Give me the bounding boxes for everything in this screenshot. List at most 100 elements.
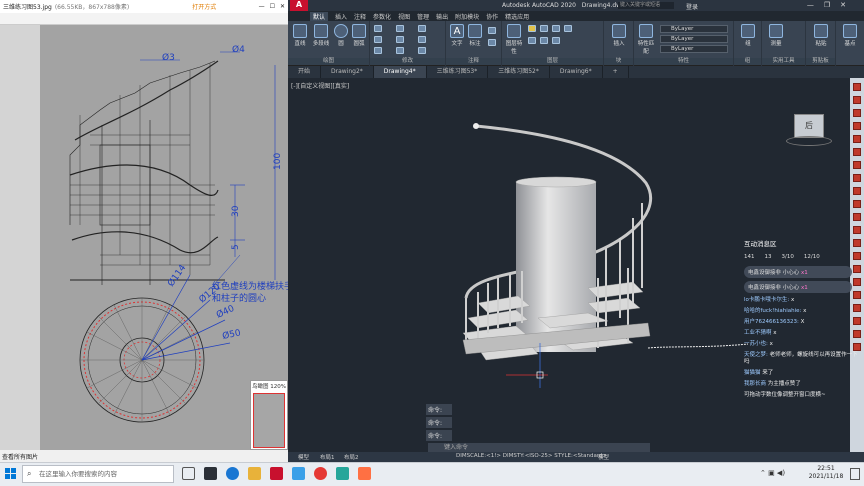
rotate-icon[interactable] — [396, 25, 404, 32]
layout-tab-model[interactable]: 模型 — [298, 453, 309, 461]
open-with-button[interactable]: 打开方式 — [192, 2, 216, 11]
circle-button[interactable]: 圆 — [332, 24, 350, 47]
layer-color-icon[interactable] — [564, 25, 572, 32]
layer-bulb-icon[interactable] — [528, 25, 536, 32]
insert-button[interactable]: 插入 — [608, 24, 630, 47]
like-count: 13 — [764, 254, 772, 260]
doc-tab-drawing2[interactable]: Drawing2* — [321, 66, 374, 78]
acad-minimize-icon[interactable]: — — [807, 1, 814, 9]
leader-icon[interactable] — [488, 27, 496, 34]
command-input[interactable]: 键入命令 — [428, 443, 650, 452]
live-chat-overlay: 互动消息区 141 13 3/10 12/10 电鑫设御接非 小心心 x1 电鑫… — [744, 238, 862, 398]
search-box[interactable]: 键入关键字或短语 — [618, 2, 674, 9]
tool-icon[interactable] — [853, 161, 861, 169]
doc-tab-drawing6[interactable]: Drawing6* — [550, 66, 603, 78]
tool-icon[interactable] — [853, 109, 861, 117]
view-all-images-button[interactable]: 查看所有图片 — [2, 452, 38, 461]
layer-properties-button[interactable]: 图层特性 — [504, 24, 524, 55]
tab-addins[interactable]: 附加模块 — [455, 12, 479, 21]
scale-icon[interactable] — [396, 47, 404, 54]
acad-restore-icon[interactable]: ❐ — [824, 1, 830, 9]
start-icon[interactable] — [5, 468, 16, 479]
thumbnail-navigator[interactable]: 鸟瞰图 120% — [250, 380, 288, 450]
tool-icon[interactable] — [853, 200, 861, 208]
text-button[interactable]: A 文字 — [448, 24, 466, 47]
status-bar: 模型 布局1 布局2 DIMSCALE:<1!> DIMSTY:<ISO-25>… — [288, 452, 864, 462]
layer-isolate-icon[interactable] — [540, 37, 548, 44]
tool-icon[interactable] — [853, 122, 861, 130]
model-space-toggle[interactable]: 模型 — [598, 453, 609, 461]
measure-button[interactable]: 测量 — [766, 24, 786, 47]
move-icon[interactable] — [374, 25, 382, 32]
command-history: 命令: 命令: 命令: — [426, 404, 452, 443]
dimension-button[interactable]: 标注 — [466, 24, 484, 47]
tool-icon[interactable] — [853, 213, 861, 221]
tab-parametric[interactable]: 参数化 — [373, 12, 391, 21]
taskbar-clock[interactable]: 22:51 2021/11/18 — [806, 465, 846, 481]
group-block: 插入 块 — [604, 21, 634, 66]
tool-icon[interactable] — [853, 96, 861, 104]
photos-app-icon[interactable] — [292, 467, 305, 480]
chat-title: 互动消息区 — [744, 240, 777, 248]
layer-match-icon[interactable] — [528, 37, 536, 44]
fillet-icon[interactable] — [418, 36, 426, 43]
tab-view[interactable]: 视图 — [398, 12, 410, 21]
layer-lock-icon[interactable] — [552, 25, 560, 32]
lineweight-dropdown[interactable]: ByLayer — [660, 45, 728, 53]
tab-featured-apps[interactable]: 精选应用 — [505, 12, 529, 21]
tool-icon[interactable] — [853, 187, 861, 195]
tool-icon[interactable] — [853, 135, 861, 143]
array-icon[interactable] — [418, 47, 426, 54]
base-button[interactable]: 基点 — [839, 24, 861, 47]
system-tray[interactable]: ⌃ ▣ ◀) — [760, 469, 800, 479]
minimize-icon[interactable]: — — [259, 3, 265, 10]
layer-freeze-icon[interactable] — [540, 25, 548, 32]
sign-in-button[interactable]: 登录 — [686, 2, 698, 11]
match-properties-button[interactable]: 特性匹配 — [636, 24, 656, 55]
doc-tab-exercise52[interactable]: 三维练习图52* — [488, 66, 550, 78]
paste-button[interactable]: 粘贴 — [810, 24, 832, 47]
tab-manage[interactable]: 管理 — [417, 12, 429, 21]
line-button[interactable]: 直线 — [290, 24, 310, 47]
tab-default[interactable]: 默认 — [310, 11, 329, 21]
tool-icon[interactable] — [853, 83, 861, 91]
doc-tab-drawing4[interactable]: Drawing4* — [373, 66, 427, 78]
new-tab-button[interactable]: + — [603, 66, 629, 78]
tab-output[interactable]: 输出 — [436, 12, 448, 21]
autocad-taskbar-icon[interactable] — [270, 467, 283, 480]
notification-icon[interactable] — [850, 468, 860, 480]
tab-annotate[interactable]: 注释 — [354, 12, 366, 21]
task-view-icon[interactable] — [182, 467, 195, 480]
close-icon[interactable]: ✕ — [280, 3, 285, 10]
acad-close-icon[interactable]: ✕ — [840, 1, 846, 9]
tool-icon[interactable] — [853, 148, 861, 156]
arc-button[interactable]: 圆弧 — [350, 24, 368, 47]
mirror-icon[interactable] — [396, 36, 404, 43]
taskbar-search-input[interactable]: 在这里输入你要搜索的内容 — [22, 465, 174, 483]
polyline-button[interactable]: 多段线 — [310, 24, 332, 47]
app-icon-orange[interactable] — [358, 467, 371, 480]
tab-collaborate[interactable]: 协作 — [486, 12, 498, 21]
doc-tab-exercise53[interactable]: 三维练习图53* — [427, 66, 489, 78]
stretch-icon[interactable] — [374, 47, 382, 54]
video-app-icon[interactable] — [314, 467, 327, 480]
layer-off-icon[interactable] — [552, 37, 560, 44]
group-button[interactable]: 组 — [738, 24, 758, 47]
color-dropdown[interactable]: ByLayer — [660, 25, 728, 33]
tool-icon[interactable] — [853, 174, 861, 182]
maximize-icon[interactable]: ☐ — [270, 3, 275, 10]
layout-tab-2[interactable]: 布局2 — [344, 453, 359, 461]
layout-tab-1[interactable]: 布局1 — [320, 453, 335, 461]
app-icon-terminal[interactable] — [204, 467, 217, 480]
table-icon[interactable] — [488, 39, 496, 46]
file-explorer-icon[interactable] — [248, 467, 261, 480]
trim-icon[interactable] — [418, 25, 426, 32]
doc-tab-start[interactable]: 开始 — [288, 66, 322, 78]
tool-icon[interactable] — [853, 226, 861, 234]
app-icon-teal[interactable] — [336, 467, 349, 480]
tab-insert[interactable]: 插入 — [335, 12, 347, 21]
linetype-dropdown[interactable]: ByLayer — [660, 35, 728, 43]
copy-icon[interactable] — [374, 36, 382, 43]
edge-browser-icon[interactable] — [226, 467, 239, 480]
autocad-logo-icon[interactable]: A — [290, 0, 308, 11]
